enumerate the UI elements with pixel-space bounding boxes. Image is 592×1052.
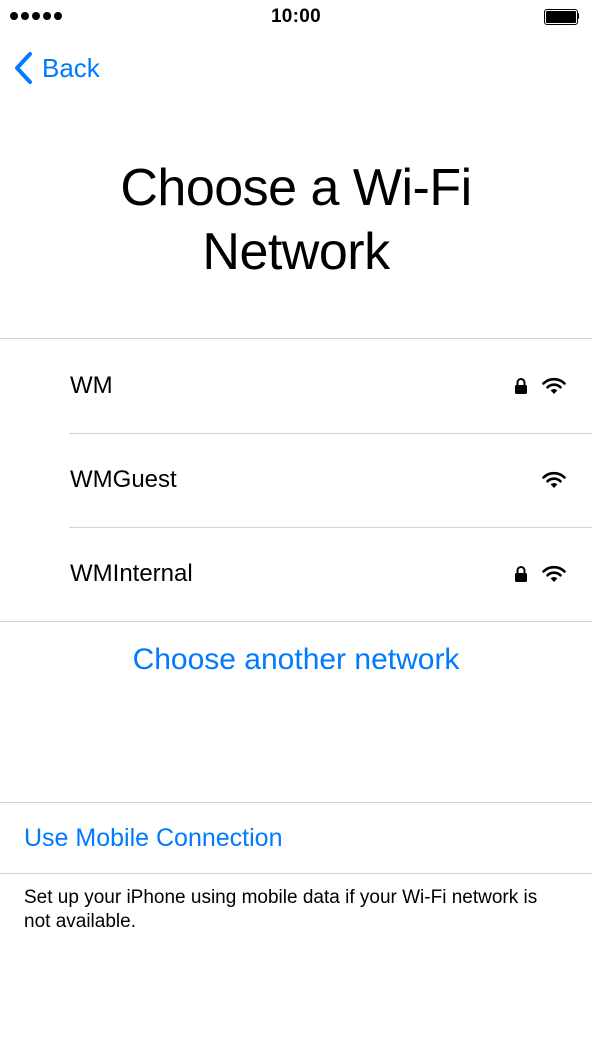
network-row-wminternal[interactable]: WMInternal	[0, 527, 592, 621]
lock-icon	[514, 377, 528, 395]
page-title-line-2: Network	[202, 223, 390, 281]
mobile-connection-section: Use Mobile Connection	[0, 802, 592, 874]
page-title-line-1: Choose a Wi-Fi	[120, 159, 472, 217]
wifi-icon	[542, 471, 566, 489]
status-bar: 10:00	[0, 0, 592, 34]
network-name: WMInternal	[70, 560, 193, 587]
status-time: 10:00	[270, 6, 322, 27]
back-button[interactable]: Back	[12, 48, 100, 88]
wifi-setup-screen: 10:00 Back Choose a Wi-Fi Network WM WMG…	[0, 0, 592, 1052]
lock-icon	[514, 565, 528, 583]
chevron-left-icon	[15, 52, 32, 84]
page-title: Choose a Wi-Fi Network	[0, 156, 592, 284]
back-label: Back	[42, 52, 100, 83]
wifi-icon	[542, 565, 566, 583]
mobile-connection-description: Set up your iPhone using mobile data if …	[24, 887, 538, 932]
wifi-icon	[542, 377, 566, 395]
network-row-wmguest[interactable]: WMGuest	[0, 433, 592, 527]
network-row-wm[interactable]: WM	[0, 339, 592, 433]
use-mobile-connection-button[interactable]: Use Mobile Connection	[24, 803, 282, 873]
network-name: WMGuest	[70, 466, 177, 493]
choose-another-network-button[interactable]: Choose another network	[0, 638, 592, 682]
network-name: WM	[70, 372, 113, 399]
network-list: WM WMGuest WMInternal	[0, 338, 592, 622]
battery-icon	[544, 9, 580, 25]
